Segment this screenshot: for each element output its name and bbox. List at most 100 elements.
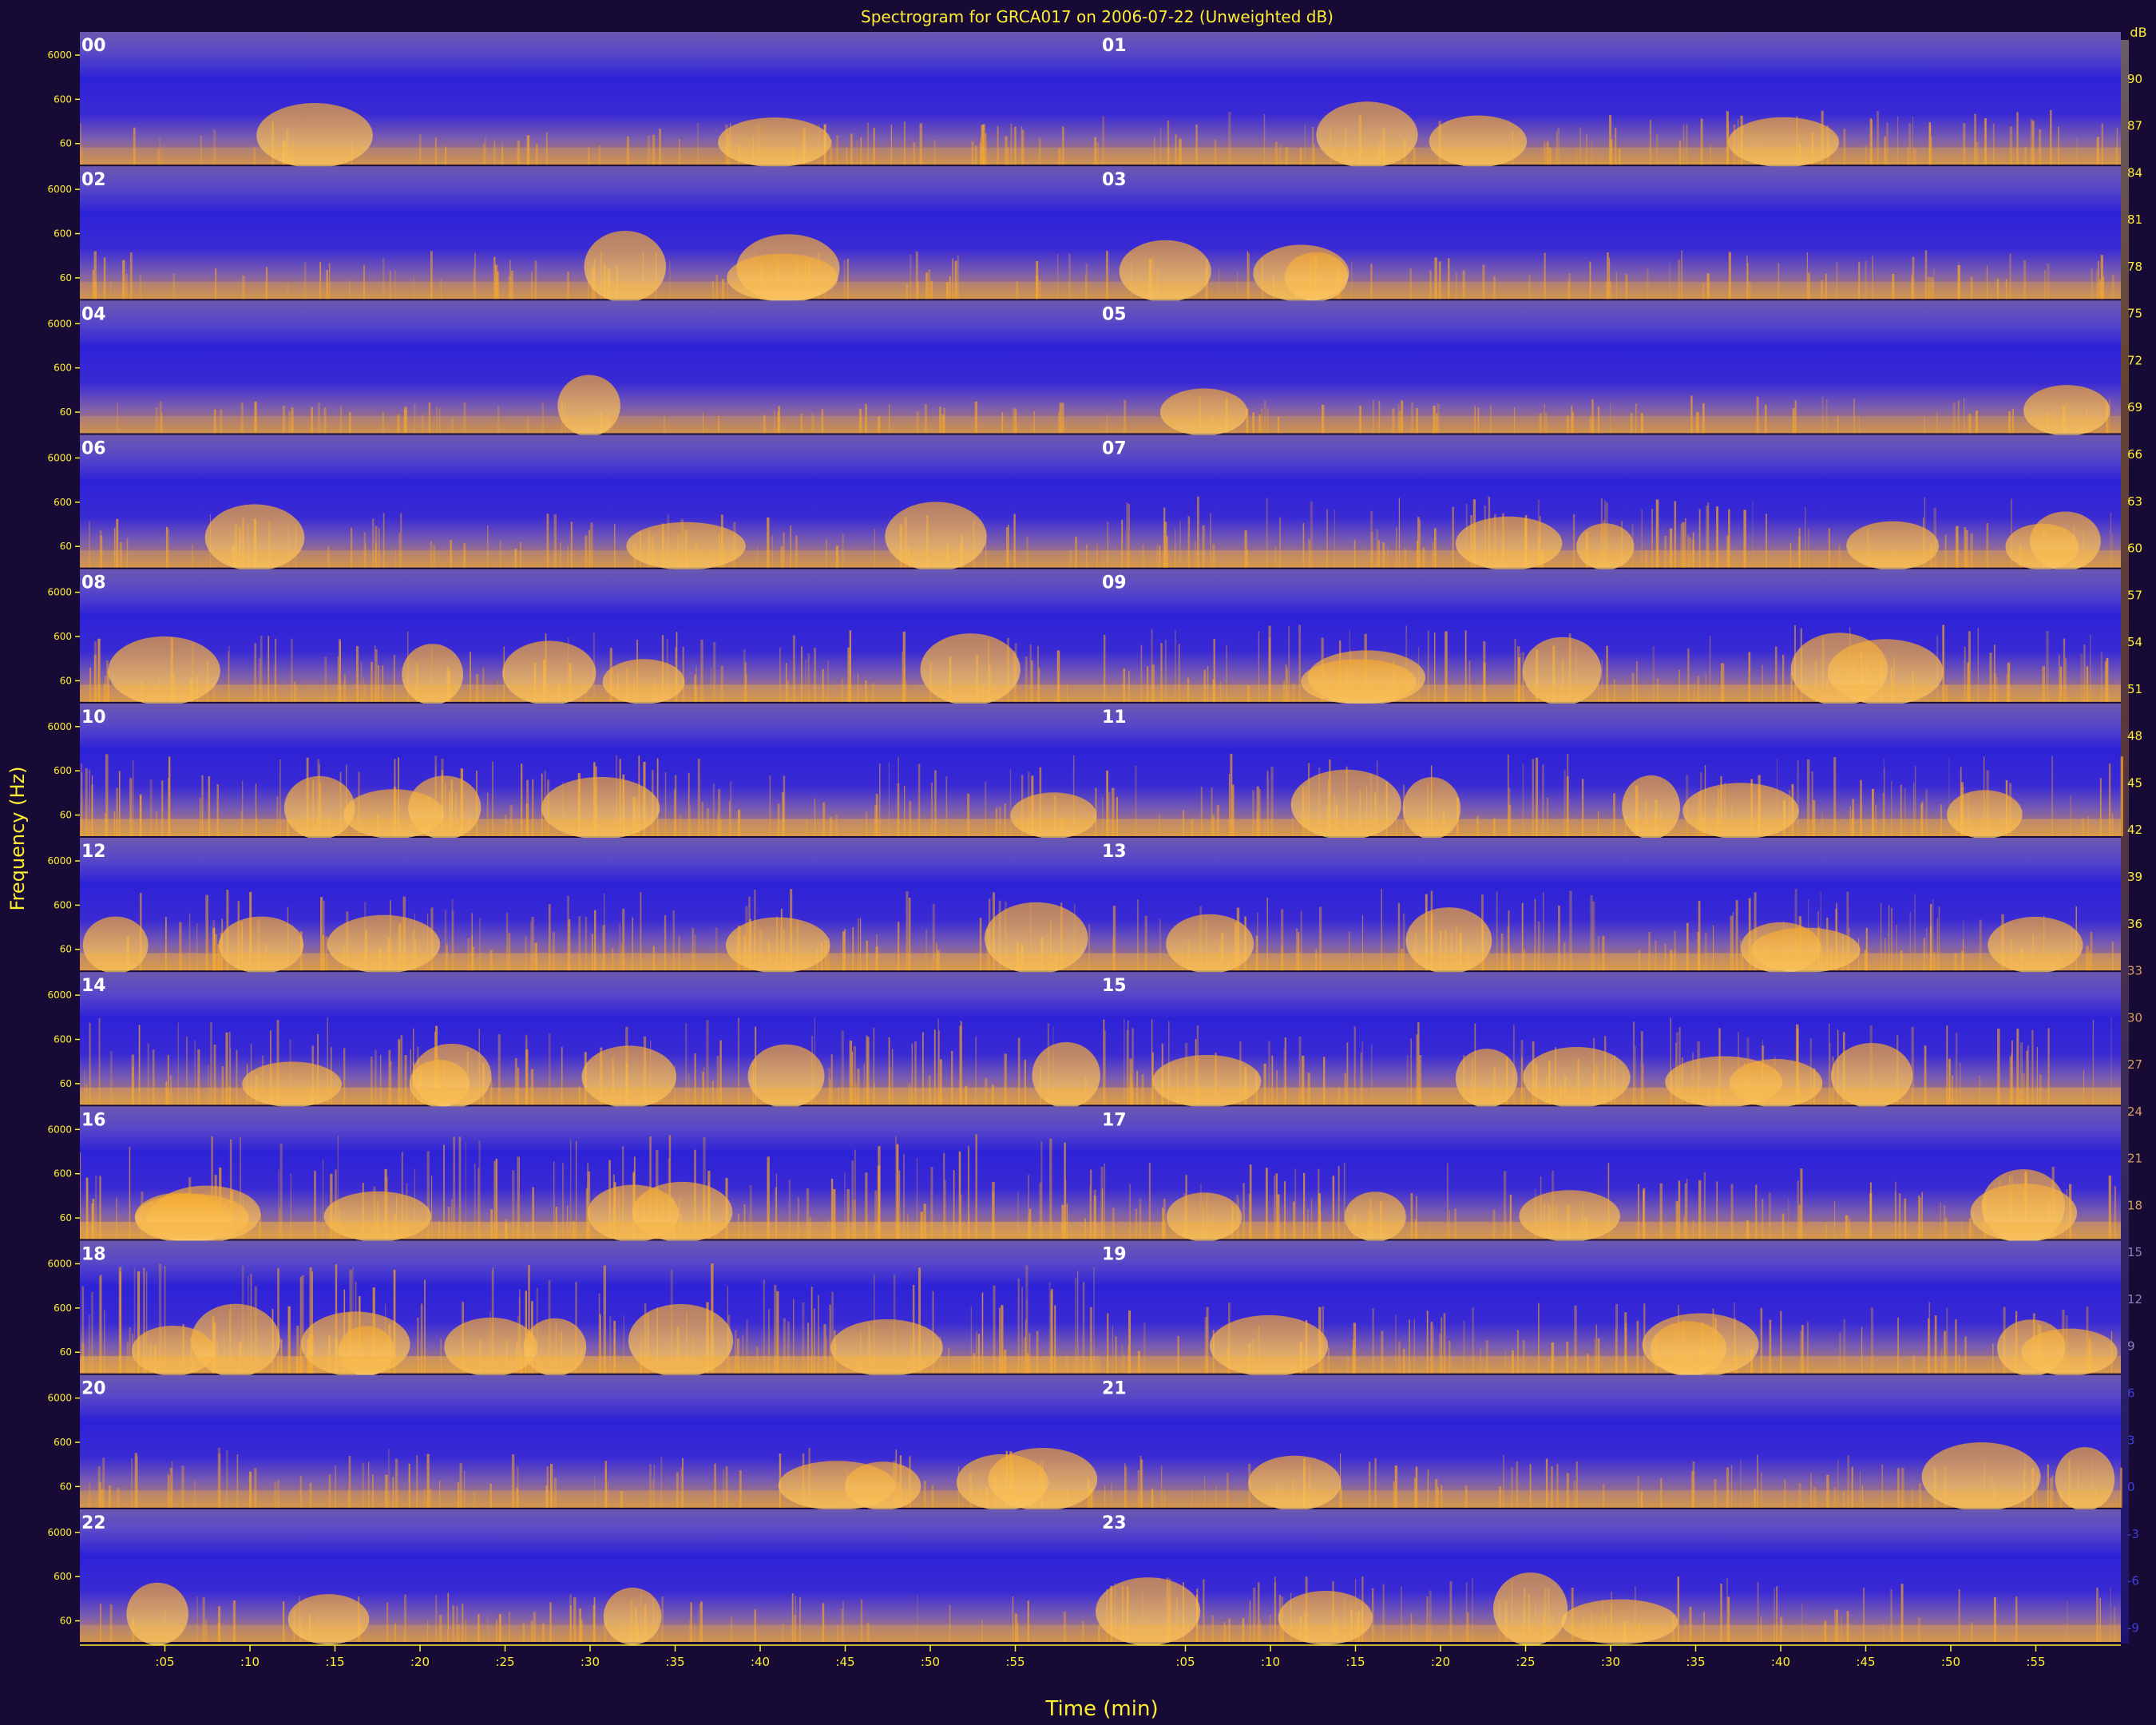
time-tick-label: :25	[495, 1655, 514, 1669]
time-tick-label: :10	[1261, 1655, 1280, 1669]
colorbar-tick-label: 66	[2127, 447, 2142, 462]
colorbar-tick-label: 48	[2127, 729, 2142, 744]
low-frequency-energy	[80, 281, 1100, 299]
spectrogram-row: 02 03 6000 600 60	[47, 166, 2121, 303]
spectrogram-row: 08 09 6000 600 60	[47, 569, 2121, 706]
colorbar-tick-label: -6	[2127, 1574, 2139, 1588]
spectrogram-chart: Spectrogram for GRCA017 on 2006-07-22 (U…	[6, 7, 2147, 1721]
frequency-tick-label: 600	[54, 497, 72, 508]
colorbar-tick-label: 90	[2127, 72, 2142, 86]
hour-label: 19	[1102, 1245, 1127, 1265]
colorbar-tick-label: 15	[2127, 1245, 2142, 1259]
frequency-tick-label: 6000	[47, 989, 72, 1001]
time-tick-label: :15	[1346, 1655, 1365, 1669]
colorbar-tick-label: 36	[2127, 917, 2142, 931]
colorbar-tick-label: 0	[2127, 1480, 2135, 1494]
hour-label: 07	[1102, 439, 1127, 459]
frequency-tick-label: 600	[54, 228, 72, 240]
colorbar-tick-label: 63	[2127, 494, 2142, 509]
colorbar-tick-label: 24	[2127, 1104, 2142, 1119]
frequency-tick-label: 6000	[47, 587, 72, 598]
colorbar-tick-label: 84	[2127, 165, 2142, 180]
hour-label: 06	[81, 439, 106, 459]
frequency-tick-label: 60	[60, 944, 72, 955]
low-frequency-energy	[1100, 1087, 2121, 1105]
low-frequency-energy	[80, 1624, 1100, 1642]
frequency-tick-label: 600	[54, 363, 72, 374]
spectrogram-row: 16 17 6000 600 60	[47, 1106, 2121, 1243]
time-tick-label: :40	[1771, 1655, 1790, 1669]
low-frequency-energy	[80, 147, 1100, 165]
low-frequency-energy	[1100, 416, 2121, 434]
frequency-tick-label: 600	[54, 899, 72, 910]
frequency-tick-label: 6000	[47, 1258, 72, 1269]
hour-label: 15	[1102, 976, 1127, 996]
spectrogram-row: 00 01 6000 600 60	[47, 32, 2121, 169]
time-tick-label: :25	[1516, 1655, 1535, 1669]
hour-label: 14	[81, 976, 106, 996]
colorbar-unit-label: dB	[2130, 25, 2146, 40]
frequency-tick-label: 600	[54, 1303, 72, 1314]
spectrogram-row: 06 07 6000 600 60	[47, 434, 2121, 571]
frequency-tick-label: 600	[54, 765, 72, 776]
time-tick-label: :35	[665, 1655, 684, 1669]
frequency-tick-label: 6000	[47, 1393, 72, 1404]
colorbar-tick-label: 87	[2127, 119, 2142, 133]
time-tick-label: :15	[325, 1655, 344, 1669]
low-frequency-energy	[80, 819, 1100, 836]
spectrogram-row: 10 11 6000 600 60	[47, 703, 2123, 840]
hour-label: 09	[1102, 573, 1127, 593]
hour-label: 00	[81, 36, 106, 56]
time-tick-label: :40	[751, 1655, 770, 1669]
spectrogram-row: 20 21 6000 600 60	[47, 1374, 2122, 1512]
hour-label: 20	[81, 1379, 106, 1399]
colorbar-tick-label: 69	[2127, 400, 2142, 414]
hour-label: 16	[81, 1110, 106, 1130]
hour-label: 08	[81, 573, 106, 593]
colorbar-tick-label: 54	[2127, 635, 2142, 649]
time-tick-label: :55	[2026, 1655, 2045, 1669]
chart-title: Spectrogram for GRCA017 on 2006-07-22 (U…	[861, 7, 1334, 26]
frequency-tick-label: 60	[60, 1481, 72, 1492]
spectrogram-row: 18 19 6000 600 60	[47, 1240, 2121, 1378]
frequency-tick-label: 60	[60, 272, 72, 284]
colorbar-tick-label: 60	[2127, 541, 2142, 556]
frequency-tick-label: 6000	[47, 855, 72, 866]
colorbar-tick-label: 51	[2127, 682, 2142, 696]
time-tick-label: :10	[240, 1655, 260, 1669]
colorbar-tick-label: 12	[2127, 1292, 2142, 1307]
low-frequency-energy	[1100, 1222, 2121, 1239]
time-tick-label: :50	[921, 1655, 940, 1669]
colorbar-tick-label: 3	[2127, 1433, 2135, 1447]
energy-streak	[2120, 756, 2123, 836]
colorbar-tick-label: 57	[2127, 588, 2142, 602]
hour-label: 01	[1102, 36, 1127, 56]
hour-label: 17	[1102, 1110, 1127, 1130]
low-frequency-energy	[80, 416, 1100, 434]
colorbar-tick-label: 21	[2127, 1152, 2142, 1166]
colorbar-tick-label: 72	[2127, 353, 2142, 367]
low-frequency-energy	[80, 550, 1100, 568]
low-frequency-energy	[1100, 147, 2121, 165]
time-tick-label: :35	[1686, 1655, 1705, 1669]
hour-label: 18	[81, 1245, 106, 1265]
hour-label: 05	[1102, 304, 1127, 324]
spectrogram-row: 04 05 6000 600 60	[47, 300, 2121, 437]
frequency-tick-label: 600	[54, 1168, 72, 1180]
colorbar-tick-label: 30	[2127, 1010, 2142, 1025]
frequency-tick-label: 60	[60, 1212, 72, 1223]
low-frequency-energy	[80, 1356, 1100, 1374]
colorbar-tick-label: 42	[2127, 823, 2142, 837]
low-frequency-energy	[1100, 819, 2121, 836]
low-frequency-energy	[1100, 1490, 2121, 1508]
hour-label: 11	[1102, 708, 1127, 728]
frequency-tick-label: 60	[60, 406, 72, 418]
time-tick-label: :50	[1941, 1655, 1960, 1669]
x-axis-label: Time (min)	[1044, 1697, 1158, 1721]
frequency-tick-label: 6000	[47, 318, 72, 329]
frequency-tick-label: 60	[60, 810, 72, 821]
frequency-tick-label: 6000	[47, 1527, 72, 1538]
spectrogram-band	[80, 300, 2121, 434]
time-tick-label: :30	[581, 1655, 600, 1669]
frequency-tick-label: 60	[60, 1346, 72, 1358]
